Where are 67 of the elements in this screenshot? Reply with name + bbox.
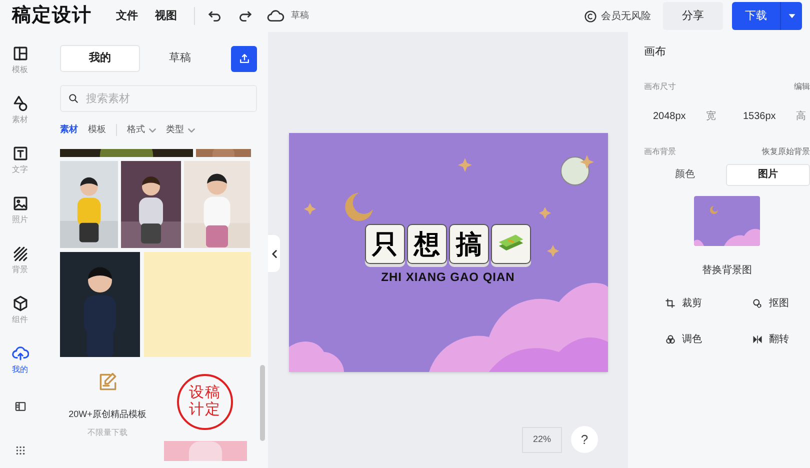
scrollbar-thumb[interactable] bbox=[260, 365, 265, 441]
rail-item[interactable]: 我的 bbox=[0, 345, 40, 395]
canvas-subtitle: ZHI XIANG GAO QIAN bbox=[381, 270, 515, 284]
apps-grid-icon[interactable] bbox=[14, 445, 26, 456]
tool-button[interactable]: 裁剪 bbox=[644, 294, 723, 314]
chevron-left-icon bbox=[272, 250, 276, 258]
redo-icon[interactable] bbox=[237, 8, 253, 24]
letter-tile: 只 bbox=[365, 224, 405, 264]
tool-button[interactable]: 调色 bbox=[644, 330, 723, 350]
reset-link[interactable]: 恢复原始背景 bbox=[762, 146, 810, 158]
promo-subtitle: 不限量下载 bbox=[88, 426, 128, 438]
download-button[interactable]: 下载 bbox=[732, 2, 802, 30]
segment-tab[interactable]: 图片 bbox=[726, 164, 810, 186]
palette-icon bbox=[665, 334, 676, 345]
layers-panel-icon[interactable] bbox=[14, 400, 26, 413]
search-icon bbox=[68, 93, 79, 104]
section-label: 画布尺寸 bbox=[644, 80, 676, 92]
width-field[interactable]: 2048px 宽 bbox=[644, 104, 720, 128]
upload-button[interactable] bbox=[231, 46, 257, 72]
cutout-icon bbox=[752, 298, 763, 309]
unit-label: 高 bbox=[796, 110, 806, 124]
cloud-upload-icon bbox=[12, 345, 28, 362]
unit-label: 宽 bbox=[706, 110, 716, 124]
help-button[interactable]: ? bbox=[571, 426, 598, 453]
cube-icon bbox=[12, 295, 28, 312]
cloud-icon bbox=[267, 8, 285, 24]
search-field[interactable]: 搜索素材 bbox=[60, 85, 257, 112]
letter-tile: 想 bbox=[407, 224, 447, 264]
collapse-handle[interactable] bbox=[268, 235, 280, 272]
text-icon bbox=[12, 145, 28, 162]
member-link[interactable]: 会员无风险 bbox=[601, 8, 651, 24]
seal-stamp: 设稿 计定 bbox=[177, 374, 233, 430]
flip-icon bbox=[752, 334, 763, 345]
crop-icon bbox=[665, 298, 676, 309]
swatch-tile[interactable] bbox=[144, 252, 251, 357]
menu-item[interactable]: 文件 bbox=[116, 8, 138, 24]
filter-tab[interactable]: 素材 bbox=[60, 123, 78, 137]
tool-button[interactable]: 抠图 bbox=[731, 294, 810, 314]
filter-tab[interactable]: 模板 bbox=[88, 123, 106, 137]
promo-title: 20W+原创精品模板 bbox=[68, 408, 146, 421]
save-status: 草稿 bbox=[291, 9, 309, 22]
filter-dropdown[interactable]: 格式 bbox=[127, 123, 156, 137]
section-label: 画布背景 bbox=[644, 146, 676, 158]
height-field[interactable]: 1536px 高 bbox=[734, 104, 810, 128]
upload-icon bbox=[238, 52, 250, 65]
panel-title: 画布 bbox=[644, 45, 667, 60]
share-button[interactable]: 分享 bbox=[663, 2, 723, 30]
caret-icon[interactable] bbox=[788, 14, 796, 18]
menu-item[interactable]: 视图 bbox=[155, 8, 177, 24]
chevron-down-icon bbox=[149, 128, 156, 132]
replace-background-button[interactable]: 替换背景图 bbox=[644, 260, 810, 280]
app-logo[interactable]: 稿定设计 bbox=[12, 2, 92, 30]
filter-dropdown[interactable]: 类型 bbox=[166, 123, 195, 137]
letter-tile: 搞 bbox=[449, 224, 489, 264]
shapes-icon bbox=[12, 95, 28, 112]
tool-button[interactable]: 翻转 bbox=[731, 330, 810, 350]
zoom-level[interactable]: 22% bbox=[522, 426, 562, 452]
segment-tab[interactable]: 颜色 bbox=[644, 164, 726, 186]
panel-tab[interactable]: 草稿 bbox=[140, 45, 220, 72]
chevron-down-icon bbox=[188, 128, 195, 132]
template-icon bbox=[12, 45, 28, 62]
panel-tab[interactable]: 我的 bbox=[60, 45, 140, 72]
stripes-icon bbox=[12, 245, 28, 262]
undo-icon[interactable] bbox=[207, 8, 223, 24]
image-icon bbox=[12, 195, 28, 212]
copyright-icon bbox=[584, 10, 597, 22]
edit-link[interactable]: 编辑 bbox=[794, 80, 810, 92]
